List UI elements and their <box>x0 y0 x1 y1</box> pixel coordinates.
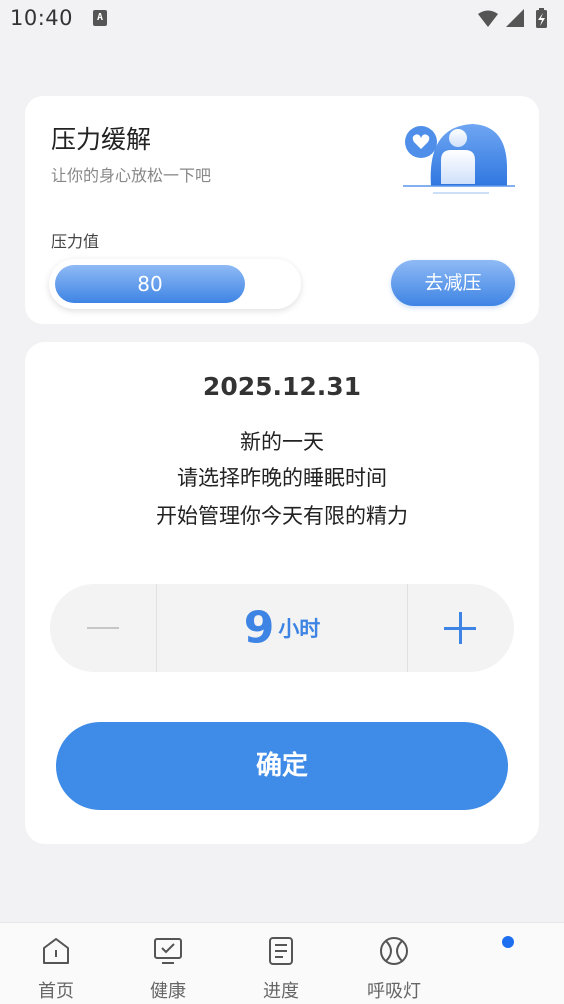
wifi-icon <box>478 10 498 27</box>
sleep-hours-stepper: 9 小时 <box>50 584 514 672</box>
tab-home[interactable]: 首页 <box>0 923 112 1004</box>
notification-icon: A <box>93 10 107 26</box>
sleep-prompt-line-2: 请选择昨晚的睡眠时间 <box>177 466 387 490</box>
signal-icon <box>506 9 524 27</box>
tab-health[interactable]: 健康 <box>112 923 224 1004</box>
battery-icon <box>536 8 547 28</box>
status-icons <box>478 8 547 28</box>
monitor-check-icon <box>154 938 182 964</box>
tab-progress-label: 进度 <box>263 981 299 1002</box>
bottom-tab-bar: 首页 健康 进度 呼吸灯 <box>0 922 564 1004</box>
stress-card-subtitle: 让你的身心放松一下吧 <box>51 166 212 185</box>
stress-card-title: 压力缓解 <box>51 125 152 154</box>
tab-breathing-light[interactable]: 呼吸灯 <box>338 923 450 1004</box>
decrease-hours-button[interactable] <box>50 584 156 672</box>
notification-dot <box>502 936 514 948</box>
sleep-hours-number: 9 <box>243 602 275 654</box>
sleep-input-card: 2025.12.31 新的一天 请选择昨晚的睡眠时间 开始管理你今天有限的精力 … <box>25 342 539 844</box>
sleep-prompt-line-3: 开始管理你今天有限的精力 <box>156 504 408 528</box>
status-time: 10:40 <box>10 6 74 30</box>
sleep-hours-value: 9 小时 <box>156 584 408 672</box>
person-heart-icon <box>403 124 515 194</box>
ball-icon <box>380 937 408 965</box>
increase-hours-button[interactable] <box>408 584 514 672</box>
sleep-date: 2025.12.31 <box>202 372 362 401</box>
tab-progress[interactable]: 进度 <box>225 923 337 1004</box>
minus-icon <box>87 627 119 629</box>
confirm-button[interactable]: 确定 <box>56 722 508 810</box>
status-bar: 10:40 A <box>0 0 564 40</box>
stress-value-label: 压力值 <box>51 232 100 251</box>
tab-home-label: 首页 <box>38 981 74 1002</box>
tab-breathing-light-label: 呼吸灯 <box>367 981 421 1002</box>
plus-icon-vertical <box>459 612 462 644</box>
home-icon <box>43 938 69 964</box>
tab-health-label: 健康 <box>150 981 186 1002</box>
stress-relief-card: 压力缓解 让你的身心放松一下吧 压力值 80 去减压 <box>25 96 539 324</box>
relieve-stress-button[interactable]: 去减压 <box>391 260 515 306</box>
document-icon <box>269 937 293 965</box>
sleep-hours-unit: 小时 <box>278 616 321 641</box>
sleep-prompt-line-1: 新的一天 <box>240 430 324 454</box>
stress-level-fill: 80 <box>55 265 245 303</box>
stress-level-bar: 80 <box>49 259 301 309</box>
